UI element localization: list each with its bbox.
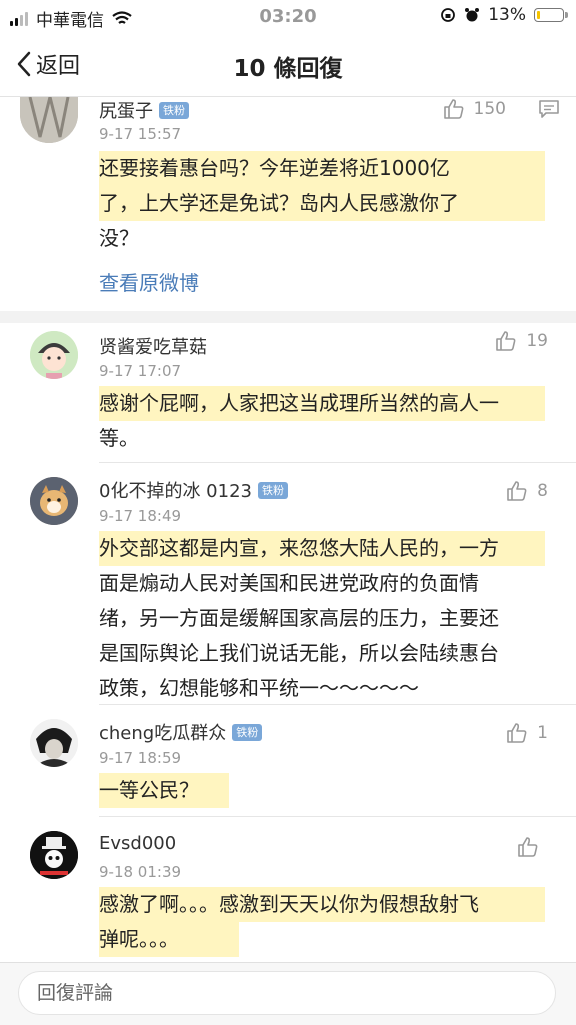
battery-percent: 13% [488, 5, 526, 25]
text-line: 感谢个屁啊，人家把这当成理所当然的高人一 [99, 386, 545, 421]
avatar[interactable] [20, 97, 78, 143]
alarm-icon [465, 8, 480, 22]
text-line: 是国际舆论上我们说话无能，所以会陆续惠台 [99, 641, 499, 665]
section-gap [0, 311, 576, 323]
thumbs-up-icon [507, 723, 527, 743]
battery-icon [534, 8, 568, 22]
comment-time: 9-17 17:07 [99, 362, 182, 380]
text-line: 外交部这都是内宣，来忽悠大陆人民的，一方 [99, 531, 545, 566]
reply-input[interactable]: 回復評論 [18, 971, 556, 1015]
comment-time: 9-17 18:49 [99, 507, 182, 525]
username[interactable]: 尻蛋子 [99, 97, 153, 123]
fan-badge: 铁粉 [159, 101, 189, 119]
fan-badge: 铁粉 [232, 723, 263, 741]
text-line: 等。 [99, 426, 139, 450]
comment-item: cheng吃瓜群众 铁粉 9-17 18:59 1 一等公民？ [0, 705, 576, 817]
like-count: 150 [473, 99, 506, 119]
rotation-lock-icon [441, 8, 456, 22]
like-count: 1 [537, 723, 548, 743]
comment-time: 9-17 18:59 [99, 749, 182, 767]
comment-text: 一等公民？ [99, 773, 545, 808]
avatar[interactable] [30, 831, 78, 879]
view-original-link[interactable]: 查看原微博 [99, 267, 199, 296]
post-time: 9-17 15:57 [99, 125, 182, 143]
thumbs-up-icon [518, 837, 538, 857]
like-button[interactable]: 1 [505, 721, 548, 745]
username[interactable]: 贤酱爱吃草菇 [99, 333, 207, 359]
thumbs-up-icon [443, 99, 463, 119]
comment-user[interactable]: 贤酱爱吃草菇 [99, 333, 207, 359]
comment-icon[interactable] [538, 99, 560, 119]
comment-item: 贤酱爱吃草菇 9-17 17:07 19 感谢个屁啊，人家把这当成理所当然的高人… [0, 323, 576, 463]
avatar[interactable] [30, 331, 78, 379]
text-line: 绪，另一方面是缓解国家高层的压力，主要还 [99, 606, 499, 630]
nav-bar: 返回 10 條回復 [0, 34, 576, 97]
username[interactable]: Evsd000 [99, 833, 176, 854]
reply-bar: 回復評論 [0, 962, 576, 1025]
comment-text: 感谢个屁啊，人家把这当成理所当然的高人一 等。 [99, 386, 545, 456]
thumbs-up-icon [507, 481, 527, 501]
like-button[interactable]: 150 [442, 97, 506, 121]
text-line: 没？ [99, 226, 139, 250]
post-text: 还要接着惠台吗？今年逆差将近1000亿 了，上大学还是免试？岛内人民感激你了 没… [99, 151, 545, 256]
text-line: 了，上大学还是免试？岛内人民感激你了 [99, 186, 545, 221]
text-line: 弹呢。。。 [99, 922, 239, 957]
text-line: 感激了啊。。。感激到天天以你为假想敌射飞 [99, 887, 545, 922]
comment-item: Evsd000 9-18 01:39 感激了啊。。。感激到天天以你为假想敌射飞 … [0, 817, 576, 962]
like-count: 8 [537, 481, 548, 501]
avatar[interactable] [30, 719, 78, 767]
username[interactable]: 0化不掉的冰 0123 [99, 477, 252, 503]
status-bar: 中華電信 03:20 13% [0, 0, 576, 34]
comment-time: 9-18 01:39 [99, 863, 182, 881]
comment-text: 外交部这都是内宣，来忽悠大陆人民的，一方 面是煽动人民对美国和民进党政府的负面情… [99, 531, 545, 706]
comment-user[interactable]: cheng吃瓜群众 铁粉 [99, 719, 263, 745]
post-user[interactable]: 尻蛋子 铁粉 [99, 97, 189, 123]
like-button[interactable] [516, 835, 548, 859]
text-line: 还要接着惠台吗？今年逆差将近1000亿 [99, 151, 545, 186]
avatar[interactable] [30, 477, 78, 525]
thumbs-up-icon [496, 331, 516, 351]
like-count: 19 [526, 331, 548, 351]
text-line: 一等公民？ [99, 773, 229, 808]
like-button[interactable]: 8 [505, 479, 548, 503]
text-line: 政策，幻想能够和平统一～～～～～ [99, 676, 419, 700]
username[interactable]: cheng吃瓜群众 [99, 719, 226, 745]
comment-item: 0化不掉的冰 0123 铁粉 9-17 18:49 8 外交部这都是内宣，来忽悠… [0, 463, 576, 705]
comment-user[interactable]: Evsd000 [99, 833, 176, 854]
comment-user[interactable]: 0化不掉的冰 0123 铁粉 [99, 477, 288, 503]
comment-text: 感激了啊。。。感激到天天以你为假想敌射飞 弹呢。。。 [99, 887, 545, 957]
like-button[interactable]: 19 [494, 329, 548, 353]
text-line: 面是煽动人民对美国和民进党政府的负面情 [99, 571, 479, 595]
main-post: 尻蛋子 铁粉 9-17 15:57 150 还要接着惠台吗？今年逆差将近1000… [0, 97, 576, 311]
page-title: 10 條回復 [233, 56, 343, 82]
fan-badge: 铁粉 [257, 481, 288, 499]
